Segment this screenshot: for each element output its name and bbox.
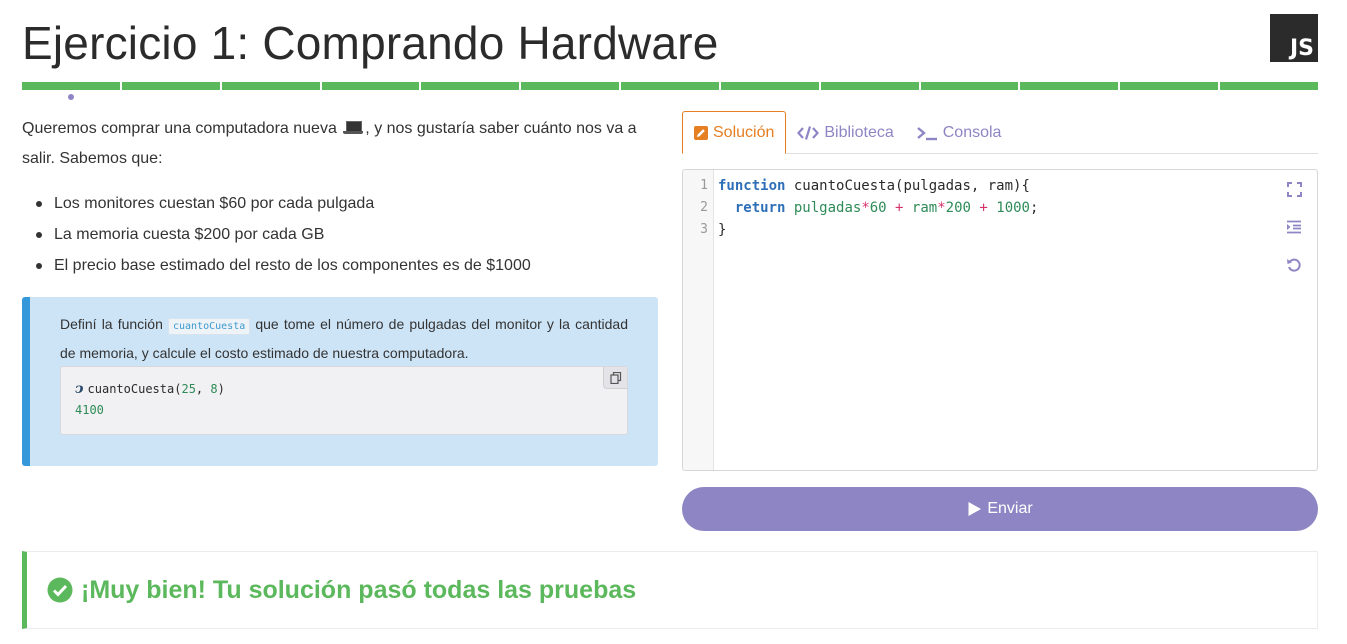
progress-segment[interactable] (221, 82, 320, 90)
example-call-line: ↄ cuantoCuesta(25, 8) (75, 381, 225, 397)
progress-segment[interactable] (920, 82, 1019, 90)
laptop-icon (343, 121, 364, 134)
progress-bar (22, 82, 1318, 90)
editor-tabs: Solución Biblioteca Consola (682, 111, 1318, 154)
task-text: Definí la función cuantoCuesta que tome … (60, 316, 628, 361)
code-icon (797, 125, 820, 140)
list-item: Los monitores cuestan $60 por cada pulga… (36, 188, 654, 219)
list-item: El precio base estimado del resto de los… (36, 250, 654, 281)
progress-segment[interactable] (321, 82, 420, 90)
tab-consola[interactable]: Consola (905, 111, 1013, 154)
progress-segment[interactable] (22, 82, 120, 90)
example-code-block: ↄ cuantoCuesta(25, 8) 4100 (60, 366, 628, 435)
progress-segment[interactable] (621, 82, 719, 90)
undo-icon (1287, 258, 1301, 272)
function-name-code: cuantoCuesta (167, 318, 251, 335)
tab-solucion[interactable]: Solución (682, 111, 787, 154)
editor-toolbar (1285, 180, 1303, 274)
play-icon (968, 502, 982, 516)
indent-icon (1287, 220, 1301, 234)
terminal-icon (916, 126, 937, 140)
reset-button[interactable] (1285, 256, 1303, 274)
result-banner: ¡Muy bien! Tu solución pasó todas las pr… (22, 551, 1318, 629)
code-content[interactable]: function cuantoCuesta(pulgadas, ram){ re… (718, 175, 1038, 241)
code-line: function cuantoCuesta(pulgadas, ram){ (718, 178, 1030, 194)
code-line: } (718, 222, 727, 238)
requirements-list: Los monitores cuestan $60 por cada pulga… (36, 188, 654, 281)
result-message: ¡Muy bien! Tu solución pasó todas las pr… (81, 575, 637, 604)
line-number: 2 (700, 200, 708, 215)
progress-segment[interactable] (1020, 82, 1119, 90)
progress-segment[interactable] (1120, 82, 1219, 90)
line-number: 3 (700, 222, 708, 237)
submit-button[interactable]: Enviar (682, 487, 1318, 531)
copy-button[interactable] (603, 367, 627, 389)
progress-segment[interactable] (521, 82, 620, 90)
line-number: 1 (700, 178, 708, 193)
progress-current-marker (68, 94, 74, 100)
edit-icon (694, 125, 708, 140)
list-item: La memoria cuesta $200 por cada GB (36, 219, 654, 250)
fullscreen-button[interactable] (1285, 180, 1303, 198)
page-title: Ejercicio 1: Comprando Hardware (22, 17, 719, 69)
progress-segment[interactable] (1220, 82, 1318, 90)
tab-biblioteca[interactable]: Biblioteca (786, 111, 904, 154)
indent-button[interactable] (1285, 218, 1303, 236)
language-badge: JS (1270, 14, 1318, 62)
expand-icon (1286, 181, 1302, 197)
progress-segment[interactable] (820, 82, 919, 90)
progress-segment[interactable] (121, 82, 220, 90)
exercise-description: Queremos comprar una computadora nueva ,… (22, 120, 637, 167)
code-editor[interactable]: 1 2 3 function cuantoCuesta(pulgadas, ra… (682, 169, 1318, 471)
code-line: return pulgadas*60 + ram*200 + 1000; (734, 200, 1039, 216)
progress-segment[interactable] (720, 82, 819, 90)
task-callout: Definí la función cuantoCuesta que tome … (22, 297, 658, 466)
progress-segment[interactable] (421, 82, 520, 90)
copy-icon (609, 371, 621, 384)
check-circle-icon (47, 577, 73, 603)
prompt-icon: ↄ (75, 381, 84, 397)
example-result-line: 4100 (75, 403, 104, 417)
line-number-gutter: 1 2 3 (683, 170, 714, 470)
